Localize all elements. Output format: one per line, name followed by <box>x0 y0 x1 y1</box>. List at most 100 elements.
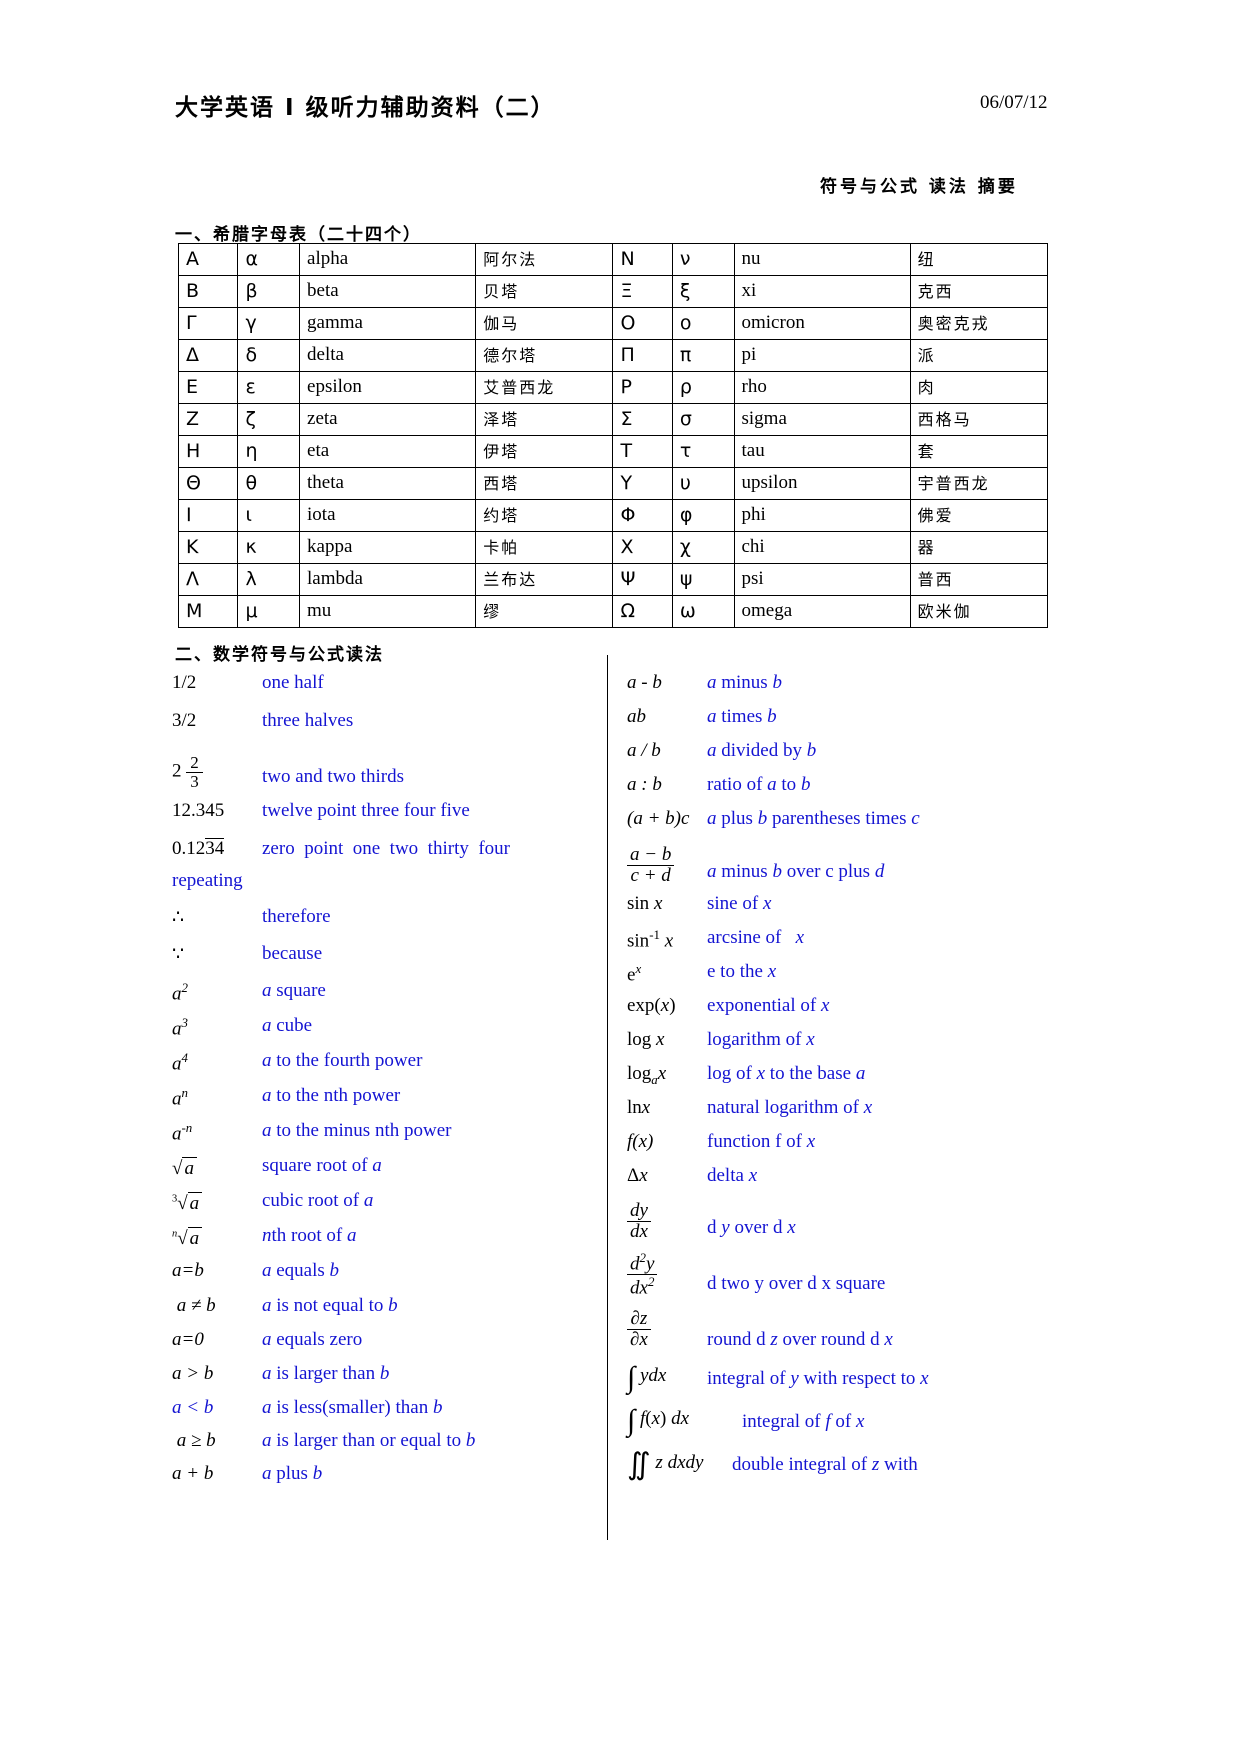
greek-cn: 阿尔法 <box>475 243 614 276</box>
greek-name: psi <box>733 563 911 596</box>
math-reading: a to the minus nth power <box>262 1120 452 1141</box>
greek-cn: 欧米伽 <box>909 595 1049 628</box>
column-divider <box>607 655 608 1540</box>
table-row: Ε ε epsilon 艾普西龙 Ρ ρ rho 肉 <box>177 371 1049 404</box>
greek-name: iota <box>299 499 477 532</box>
math-symbol: a=b <box>172 1260 204 1281</box>
greek-name: xi <box>733 275 911 308</box>
greek-cn: 兰布达 <box>475 563 614 596</box>
greek-lowercase: μ <box>237 595 301 628</box>
math-reading: square root of a <box>262 1155 382 1176</box>
greek-lowercase: η <box>237 435 301 468</box>
math-reading: round d z over round d x <box>707 1329 893 1350</box>
greek-lowercase: ι <box>237 499 301 532</box>
greek-capital: Ψ <box>612 563 673 596</box>
math-reading: a is larger than or equal to b <box>262 1430 476 1451</box>
greek-capital: Δ <box>177 339 239 372</box>
math-symbol: 0.1234 <box>172 838 225 859</box>
greek-cn: 普西 <box>909 563 1049 596</box>
greek-name: omega <box>733 595 911 628</box>
greek-name: phi <box>733 499 911 532</box>
greek-lowercase: δ <box>237 339 301 372</box>
math-reading: integral of y with respect to x <box>707 1368 929 1389</box>
greek-capital: Σ <box>612 403 673 436</box>
table-row: Λ λ lambda 兰布达 Ψ ψ psi 普西 <box>177 563 1049 596</box>
greek-capital: Τ <box>612 435 673 468</box>
greek-cn: 器 <box>909 531 1049 564</box>
greek-capital: Ζ <box>177 403 239 436</box>
math-list-right: a - b a minus b ab a times b a / b a div… <box>627 672 1047 1490</box>
math-symbol: a − bc + d <box>627 845 675 886</box>
greek-cn: 泽塔 <box>475 403 614 436</box>
greek-name: mu <box>299 595 477 628</box>
math-reading: a to the nth power <box>262 1085 401 1106</box>
math-reading: integral of f of x <box>742 1411 865 1432</box>
math-symbol: ∬ z dxdy <box>627 1448 704 1481</box>
greek-lowercase: ψ <box>671 563 735 596</box>
math-reading: a minus b <box>707 672 782 693</box>
greek-lowercase: φ <box>671 499 735 532</box>
math-symbol: a-n <box>172 1120 193 1145</box>
math-reading: double integral of z with <box>732 1454 918 1475</box>
greek-lowercase: ρ <box>671 371 735 404</box>
math-symbol: a > b <box>172 1363 214 1384</box>
greek-cn: 奥密克戎 <box>909 307 1049 340</box>
greek-name: gamma <box>299 307 477 340</box>
math-symbol: 12.345 <box>172 800 225 821</box>
greek-capital: B <box>177 275 239 308</box>
math-symbol: ∫ f(x) dx <box>627 1404 690 1437</box>
math-symbol: ex <box>627 961 642 986</box>
greek-lowercase: β <box>237 275 301 308</box>
math-symbol: a=0 <box>172 1329 204 1350</box>
greek-capital: Γ <box>177 307 239 340</box>
math-reading: logarithm of x <box>707 1029 815 1050</box>
table-row: Γ γ gamma 伽马 Ο ο omicron 奥密克戎 <box>177 307 1049 340</box>
math-reading: function f of x <box>707 1131 816 1152</box>
math-symbol: ∂z ∂x <box>627 1309 651 1350</box>
greek-capital: Λ <box>177 563 239 596</box>
header-date: 06/07/12 <box>980 92 1048 113</box>
greek-lowercase: θ <box>237 467 301 500</box>
math-symbol: (a + b)c <box>627 808 690 829</box>
math-symbol: 3√ a <box>172 1192 203 1215</box>
math-reading: delta x <box>707 1165 758 1186</box>
greek-lowercase: λ <box>237 563 301 596</box>
greek-name: pi <box>733 339 911 372</box>
greek-cn: 西塔 <box>475 467 614 500</box>
greek-name: tau <box>733 435 911 468</box>
math-symbol: f(x) <box>627 1131 654 1152</box>
greek-cn: 伊塔 <box>475 435 614 468</box>
greek-lowercase: α <box>237 243 301 276</box>
greek-lowercase: τ <box>671 435 735 468</box>
math-reading: a to the fourth power <box>262 1050 423 1071</box>
page-header: 大学英语 I 级听力辅助资料（二） 06/07/12 <box>175 88 1075 128</box>
math-symbol: sin x <box>627 893 663 914</box>
section-title-math: 二、数学符号与公式读法 <box>175 645 384 665</box>
math-symbol: logax <box>627 1063 667 1087</box>
greek-cn: 贝塔 <box>475 275 614 308</box>
math-symbol: a + b <box>172 1463 214 1484</box>
greek-name: lambda <box>299 563 477 596</box>
math-reading: a is larger than b <box>262 1363 390 1384</box>
greek-cn: 缪 <box>475 595 614 628</box>
math-reading: a cube <box>262 1015 313 1036</box>
greek-cn: 派 <box>909 339 1049 372</box>
greek-capital: Κ <box>177 531 239 564</box>
math-symbol: ∫ ydx <box>627 1361 667 1394</box>
greek-lowercase: κ <box>237 531 301 564</box>
math-symbol: a ≥ b <box>172 1430 216 1451</box>
math-symbol: √ a <box>172 1157 197 1180</box>
document-page: 大学英语 I 级听力辅助资料（二） 06/07/12 符号与公式 读法 摘要 一… <box>0 0 1240 1755</box>
math-symbol: ∵ <box>172 944 185 965</box>
greek-name: alpha <box>299 243 477 276</box>
math-reading: zero point one two thirty four <box>262 838 511 859</box>
greek-cn: 卡帕 <box>475 531 614 564</box>
greek-name: theta <box>299 467 477 500</box>
math-reading: because <box>262 943 323 964</box>
math-reading: natural logarithm of x <box>707 1097 873 1118</box>
math-reading: a times b <box>707 706 777 727</box>
math-reading: a is less(smaller) than b <box>262 1397 443 1418</box>
math-reading: a minus b over c plus d <box>707 861 885 882</box>
greek-name: kappa <box>299 531 477 564</box>
math-reading: therefore <box>262 906 331 927</box>
